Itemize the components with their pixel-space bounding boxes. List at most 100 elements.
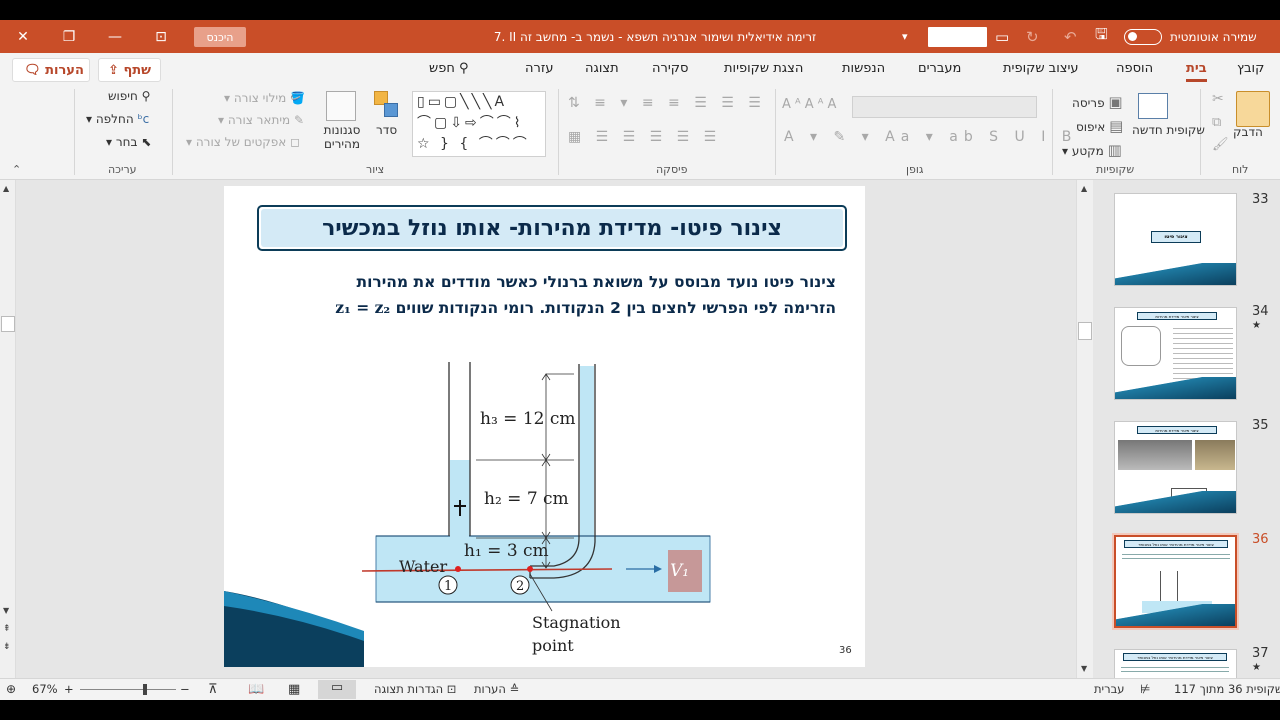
layout-button[interactable]: פריסה ▣ [1072, 93, 1123, 111]
quick-styles-button[interactable]: סגנונות מהירים [316, 123, 368, 151]
reading-view-icon[interactable]: 📖 [248, 682, 264, 697]
thumb-title: צינור פיטו- מדידת מהירות- אותו נוזל במכש… [1123, 653, 1227, 661]
paragraph-align-buttons[interactable]: ▦ ☰ ☰ ☰ ☰ ☰ [568, 129, 721, 145]
tab-animations[interactable]: הנפשות [842, 61, 885, 76]
notes-button[interactable]: הערות ≙ [474, 682, 519, 696]
slide-scrollbar[interactable]: ▲ ▼ [1076, 180, 1093, 678]
paste-icon[interactable] [1236, 91, 1270, 127]
find-label: חיפוש [108, 89, 138, 103]
shape-outline-button[interactable]: ▾ מיתאר צורה ✎ [218, 113, 304, 127]
ribbon-tabs: 🗨 הערות ⇪ שתף קובץ בית הוספה עיצוב שקופי… [0, 53, 1280, 85]
thumb-number: 34 [1252, 304, 1269, 319]
zoom-level[interactable]: 67% [32, 682, 58, 696]
fill-bucket-icon: 🪣 [290, 91, 306, 105]
new-slide-button[interactable]: שקופית חדשה [1132, 123, 1205, 137]
font-format-buttons[interactable]: A ▾ ✎ ▾ Aa ▾ ab S U I B [784, 129, 1077, 145]
title-search-box[interactable] [928, 27, 987, 47]
save-icon[interactable]: 🖫 [1095, 20, 1108, 53]
scroll-thumb[interactable] [1, 316, 15, 332]
normal-view-icon[interactable]: ▭ [318, 680, 356, 699]
tab-home[interactable]: בית [1186, 61, 1207, 82]
signin-button[interactable]: היכנס [194, 27, 246, 47]
tab-help[interactable]: עזרה [525, 61, 553, 76]
reset-button[interactable]: איפוס ▤ [1076, 117, 1123, 135]
close-button[interactable]: ✕ [0, 20, 46, 53]
zoom-slider[interactable] [80, 689, 176, 690]
shapes-gallery[interactable]: ▯▭▢╲╲╲A ⌒▢⇩⇨⌒⌒⌇ ☆ } { ⌒⌒⌒ [412, 91, 546, 157]
thumb-number: 37 [1252, 646, 1269, 661]
share-button[interactable]: ⇪ שתף [98, 58, 161, 82]
restore-button[interactable]: ❐ [46, 20, 92, 53]
arrange-button[interactable]: סדר [376, 123, 397, 137]
arrange-icon[interactable] [372, 91, 402, 125]
prev-slide-icon[interactable]: ⇞ [3, 624, 11, 634]
pitot-tube-diagram[interactable]: h₃ = 12 cm h₂ = 7 cm h₁ = 3 cm Water 1 2… [354, 356, 724, 661]
thumbnail-35[interactable]: צינור פיטו- מדידת מהירות [1114, 421, 1237, 514]
layout-label: פריסה [1072, 96, 1105, 110]
scroll-down-icon[interactable]: ▼ [1081, 664, 1087, 673]
present-icon[interactable]: ▭ [995, 20, 1009, 53]
close-icon: ✕ [17, 28, 29, 45]
autosave-toggle[interactable] [1124, 29, 1162, 45]
slideshow-view-icon[interactable]: ⊼ [208, 682, 218, 697]
font-size-buttons[interactable]: A ᴬ A ᴬ A [782, 97, 836, 112]
paragraph-top-buttons[interactable]: ⇅ ≡ ▾ ≡ ≡ ☰ ☰ ☰ [568, 95, 766, 111]
title-dropdown-icon[interactable]: ▾ [902, 20, 908, 53]
scroll-up-icon[interactable]: ▲ [3, 184, 9, 193]
tab-slideshow[interactable]: הצגת שקופיות [724, 61, 803, 76]
shape-fill-button[interactable]: ▾ מילוי צורה 🪣 [224, 91, 305, 105]
paste-button[interactable]: הדבק [1233, 125, 1263, 139]
collapse-ribbon-icon[interactable]: ⌃ [12, 163, 21, 176]
separator [74, 89, 75, 175]
tab-file[interactable]: קובץ [1237, 61, 1264, 76]
language-indicator[interactable]: עברית [1094, 682, 1124, 696]
tab-design[interactable]: עיצוב שקופית [1003, 61, 1079, 76]
drawing-group-label: ציור [366, 163, 385, 176]
scroll-up-icon[interactable]: ▲ [1081, 184, 1087, 193]
select-button[interactable]: ▾ בחר ⬉ [106, 135, 151, 149]
tab-transitions[interactable]: מעברים [918, 61, 961, 76]
thumb-text [1121, 664, 1229, 674]
font-name-field[interactable] [852, 96, 1037, 118]
redo-icon[interactable]: ↻ [1026, 20, 1039, 53]
find-button[interactable]: חיפוש ⚲ [108, 89, 150, 103]
tab-review[interactable]: סקירה [652, 61, 688, 76]
undo-icon[interactable]: ↶ [1064, 20, 1077, 53]
sorter-view-icon[interactable]: ▦ [288, 682, 300, 697]
fit-to-window-icon[interactable]: ⊕ [6, 682, 16, 696]
left-scrollbar[interactable]: ▲ ▼ ⇞ ⇟ [0, 180, 16, 678]
scroll-thumb[interactable] [1078, 322, 1092, 340]
new-slide-icon[interactable] [1138, 93, 1168, 119]
zoom-out-icon[interactable]: − [180, 682, 190, 696]
replace-icon: ᵇc [137, 112, 150, 126]
slide-body-text[interactable]: צינור פיטו נועד מבוסס על משואת ברנולי כא… [248, 270, 836, 321]
thumb-title: צינור פיטו- מדידת מהירות [1137, 426, 1217, 434]
tab-view[interactable]: תצוגה [585, 61, 619, 76]
cut-icon[interactable]: ✂ [1212, 91, 1224, 107]
accessibility-icon[interactable]: ⊭ [1140, 682, 1150, 696]
zoom-slider-thumb[interactable] [143, 684, 147, 695]
display-settings-button[interactable]: הגדרות תצוגה ⊡ [374, 682, 456, 696]
thumbnail-34[interactable]: צינור פיטו- מדידת מהירות [1114, 307, 1237, 400]
copy-icon[interactable]: ⧉ [1212, 115, 1221, 130]
replace-label: החלפה [95, 112, 134, 126]
comments-button[interactable]: 🗨 הערות [12, 58, 90, 82]
next-slide-icon[interactable]: ⇟ [3, 642, 11, 652]
quick-styles-icon[interactable] [326, 91, 356, 121]
section-icon: ▥ [1107, 141, 1122, 159]
thumbnail-36[interactable]: צינור פיטו- מדידת מהירות- אותו נוזל במכש… [1112, 533, 1239, 630]
scroll-down-icon[interactable]: ▼ [3, 606, 9, 615]
format-painter-icon[interactable]: 🖌 [1212, 137, 1229, 152]
replace-button[interactable]: ▾ החלפה ᵇc [86, 112, 149, 126]
slide-canvas[interactable]: צינור פיטו- מדידת מהירות- אותו נוזל במכש… [224, 186, 865, 667]
shape-effects-button[interactable]: ▾ אפקטים של צורה ◻ [186, 135, 300, 149]
tab-insert[interactable]: הוספה [1116, 61, 1153, 76]
ribbon-display-button[interactable]: ⊡ [138, 20, 184, 53]
thumbnail-37[interactable]: צינור פיטו- מדידת מהירות- אותו נוזל במכש… [1114, 649, 1237, 678]
slide-title-box[interactable]: צינור פיטו- מדידת מהירות- אותו נוזל במכש… [257, 205, 847, 251]
tab-search[interactable]: חפש ⚲ [429, 61, 469, 76]
zoom-in-icon[interactable]: + [64, 682, 74, 696]
thumbnail-33[interactable]: צינור פיטו [1114, 193, 1237, 286]
minimize-button[interactable]: — [92, 20, 138, 53]
thumb-decoration [1115, 491, 1236, 513]
